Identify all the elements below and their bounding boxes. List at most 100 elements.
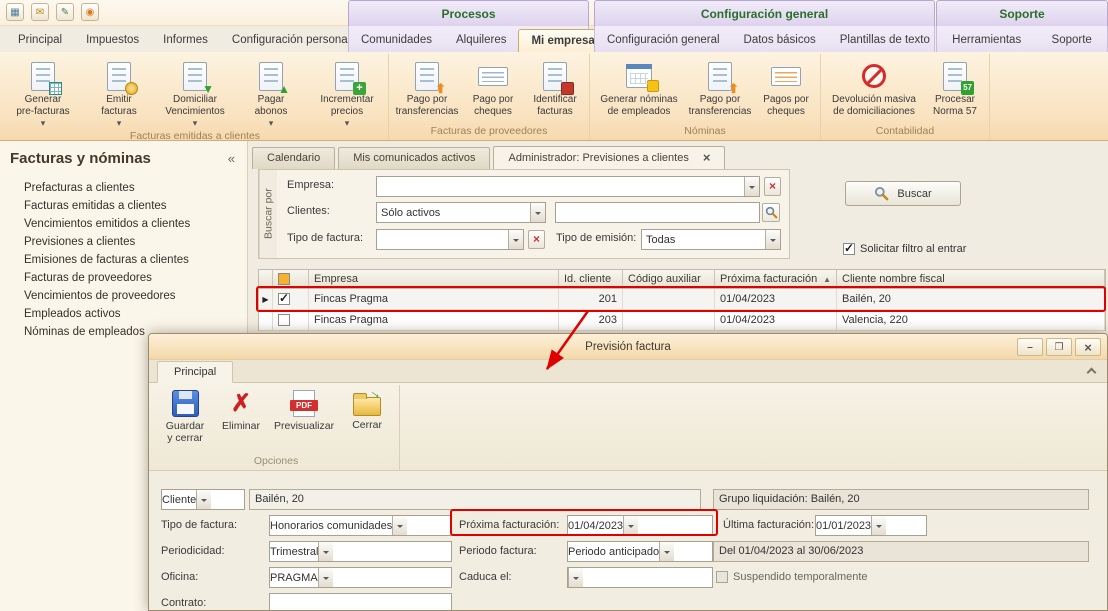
sidebar-item-vencimientos-proveedores[interactable]: Vencimientos de proveedores [0,287,247,305]
tab-plantillas-de-texto[interactable]: Plantillas de texto [828,29,942,52]
sidebar-item-previsiones[interactable]: Previsiones a clientes [0,233,247,251]
chevron-down-icon[interactable] [659,542,674,561]
tab-principal[interactable]: Principal [6,29,74,52]
suspendido-checkbox[interactable] [716,571,728,583]
generar-nominas-button[interactable]: Generar nóminas de empleados [593,54,685,124]
search-lookup-icon[interactable] [762,203,780,222]
sidebar-item-emisiones[interactable]: Emisiones de facturas a clientes [0,251,247,269]
emitir-facturas-button[interactable]: Emitir facturas [81,54,157,129]
tipo-emision-combo[interactable]: Todas [641,229,781,250]
tab-calendario[interactable]: Calendario [252,147,335,169]
chevron-down-icon[interactable] [392,516,407,535]
collapse-ribbon-icon[interactable] [1087,368,1097,378]
pago-transferencias-nominas-button[interactable]: Pago por transferencias [685,54,755,124]
solicitar-filtro-checkbox[interactable] [843,243,855,255]
grid-icon[interactable] [6,3,24,21]
tab-administrador-previsiones[interactable]: Administrador: Previsiones a clientes [493,146,725,169]
close-icon[interactable] [1075,338,1101,356]
tab-configuracion-personal[interactable]: Configuración personal [220,29,362,52]
collapse-sidebar-icon[interactable] [228,151,235,166]
previsualizar-button[interactable]: Previsualizar [269,385,339,433]
tab-principal-dialog[interactable]: Principal [157,361,233,383]
grid-header-codigo-auxiliar[interactable]: Código auxiliar [623,270,715,288]
tab-herramientas[interactable]: Herramientas [940,29,1033,52]
periodo-factura-combo[interactable]: Periodo anticipado [567,541,713,562]
tipo-factura-combo[interactable]: Honorarios comunidades [269,515,452,536]
tab-informes[interactable]: Informes [151,29,220,52]
domiciliar-vencimientos-button[interactable]: Domiciliar Vencimientos [157,54,233,129]
row-checkbox[interactable] [278,314,290,326]
row-checkbox-cell[interactable] [273,289,309,309]
devolucion-masiva-button[interactable]: Devolución masiva de domiciliaciones [824,54,924,124]
contrato-input[interactable] [270,594,451,611]
tipo-factura-combo[interactable] [376,229,524,250]
tab-impuestos[interactable]: Impuestos [74,29,151,52]
grid-header-id-cliente[interactable]: Id. cliente [559,270,623,288]
dialog-titlebar[interactable]: Previsión factura [149,334,1107,360]
edit-icon[interactable] [56,3,74,21]
feed-icon[interactable] [81,3,99,21]
clear-empresa-button[interactable] [764,177,781,196]
generar-pre-facturas-button[interactable]: Generar pre-facturas [5,54,81,129]
grid-header-cliente-nombre-fiscal[interactable]: Cliente nombre fiscal [837,270,1105,288]
chevron-down-icon [193,117,198,129]
pago-transferencias-proveedores-button[interactable]: Pago por transferencias [392,54,462,124]
row-checkbox[interactable] [278,293,290,305]
grid-header-empresa[interactable]: Empresa [309,270,559,288]
chevron-down-icon[interactable] [508,230,523,249]
guardar-y-cerrar-button[interactable]: Guardar y cerrar [157,385,213,444]
proxima-facturacion-combo[interactable]: 01/04/2023 [567,515,713,536]
grid-header-checkbox[interactable] [273,270,309,288]
clear-tipo-factura-button[interactable] [528,230,545,249]
clientes-search-field[interactable] [555,202,760,223]
grid-row-bailen[interactable]: Fincas Pragma 201 01/04/2023 Bailén, 20 [258,289,1106,310]
grid-header-proxima-facturacion[interactable]: Próxima facturación [715,270,837,288]
periodicidad-combo[interactable]: Trimestral [269,541,452,562]
contrato-field[interactable] [269,593,452,611]
cliente-button[interactable]: Cliente [161,489,245,510]
identificar-facturas-button[interactable]: Identificar facturas [524,54,586,124]
cerrar-button[interactable]: Cerrar [339,385,395,432]
eliminar-button[interactable]: Eliminar [213,385,269,433]
sidebar-item-empleados-activos[interactable]: Empleados activos [0,305,247,323]
chevron-down-icon[interactable] [318,542,333,561]
quick-access-icons [6,3,99,21]
tab-comunidades[interactable]: Comunidades [349,29,444,52]
close-tab-icon[interactable] [703,148,711,169]
clientes-search-input[interactable] [556,203,759,222]
chevron-down-icon[interactable] [318,568,333,587]
chevron-down-icon[interactable] [765,230,780,249]
clientes-select[interactable]: Sólo activos [376,202,546,223]
tab-mis-comunicados[interactable]: Mis comunicados activos [338,147,490,169]
select-all-checkbox[interactable] [278,273,290,285]
maximize-icon[interactable] [1046,338,1072,356]
mail-icon[interactable] [31,3,49,21]
grid-row-valencia[interactable]: Fincas Pragma 203 01/04/2023 Valencia, 2… [258,310,1106,331]
tab-configuracion-general[interactable]: Configuración general [595,29,732,52]
ultima-facturacion-combo[interactable]: 01/01/2023 [815,515,927,536]
minimize-icon[interactable] [1017,338,1043,356]
oficina-combo[interactable]: PRAGMA [269,567,452,588]
empresa-combo[interactable] [376,176,760,197]
chevron-down-icon[interactable] [530,203,545,222]
pago-cheques-proveedores-button[interactable]: Pago por cheques [462,54,524,124]
chevron-down-icon[interactable] [196,490,211,509]
tab-datos-basicos[interactable]: Datos básicos [732,29,828,52]
chevron-down-icon[interactable] [744,177,759,196]
sidebar-item-vencimientos-emitidos[interactable]: Vencimientos emitidos a clientes [0,215,247,233]
tab-alquileres[interactable]: Alquileres [444,29,519,52]
chevron-down-icon[interactable] [568,568,583,587]
pagos-cheques-nominas-button[interactable]: Pagos por cheques [755,54,817,124]
sidebar-item-facturas-proveedores[interactable]: Facturas de proveedores [0,269,247,287]
sidebar-item-facturas-emitidas[interactable]: Facturas emitidas a clientes [0,197,247,215]
tab-soporte[interactable]: Soporte [1040,29,1104,52]
row-checkbox-cell[interactable] [273,310,309,330]
pagar-abonos-button[interactable]: Pagar abonos [233,54,309,129]
buscar-button[interactable]: Buscar [845,181,961,206]
caduca-el-combo[interactable] [567,567,713,588]
chevron-down-icon[interactable] [623,516,638,535]
chevron-down-icon[interactable] [871,516,886,535]
incrementar-precios-button[interactable]: Incrementar precios [309,54,385,129]
sidebar-item-prefacturas[interactable]: Prefacturas a clientes [0,179,247,197]
procesar-norma57-button[interactable]: Procesar Norma 57 [924,54,986,124]
